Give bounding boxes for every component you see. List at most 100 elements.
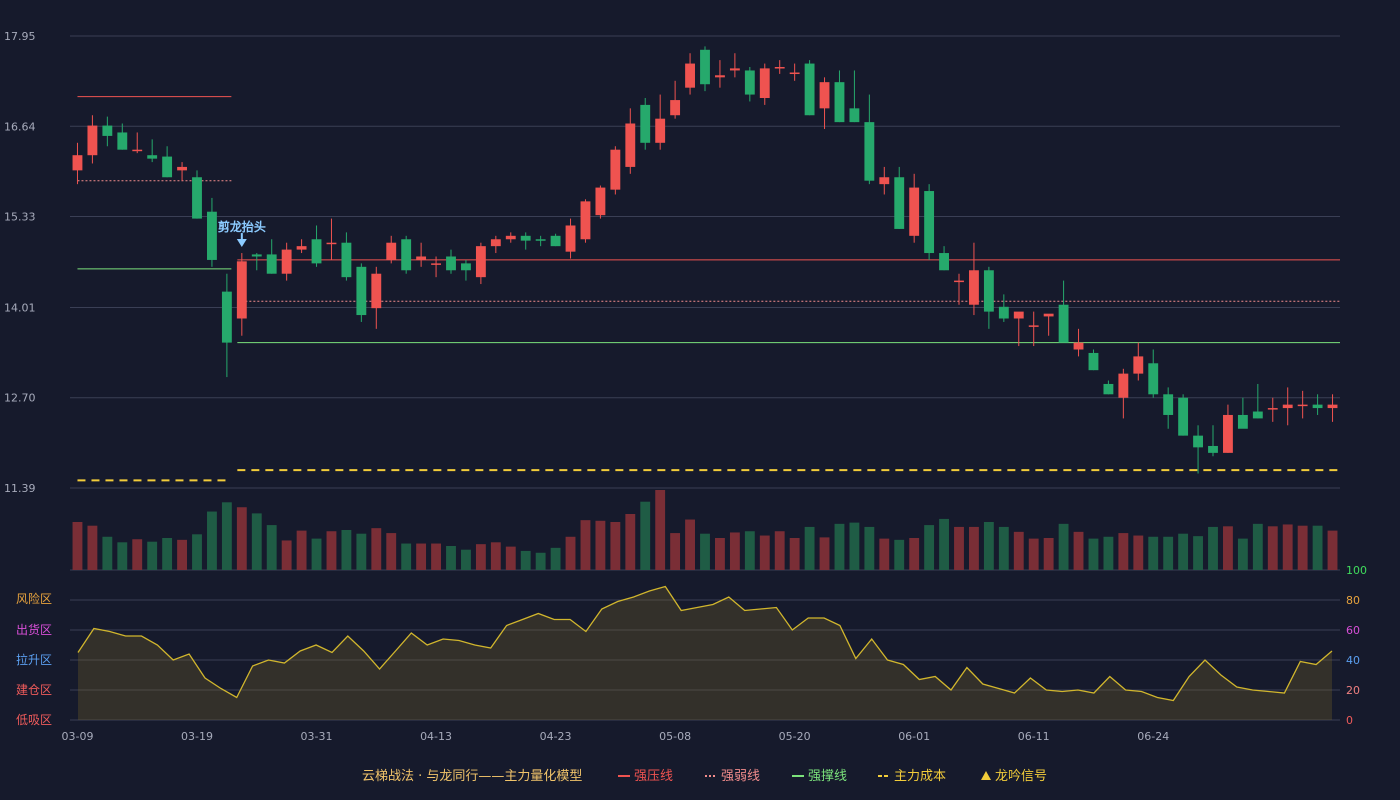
oscillator-tick-label: 40 xyxy=(1346,654,1360,667)
candle-body xyxy=(1327,404,1338,409)
volume-bar xyxy=(251,513,262,570)
candle-body xyxy=(685,63,695,88)
volume-bar xyxy=(939,518,949,570)
volume-bar xyxy=(834,523,845,570)
candle-body xyxy=(431,263,441,265)
candle-body xyxy=(296,246,307,250)
candle-body xyxy=(969,270,979,305)
volume-bar xyxy=(655,490,666,570)
candle-body xyxy=(939,253,949,271)
zone-label: 建仓区 xyxy=(16,683,52,697)
volume-bar xyxy=(954,526,964,570)
volume-bar xyxy=(759,535,770,570)
volume-bar xyxy=(132,539,143,570)
volume-bar xyxy=(849,522,860,570)
volume-bar xyxy=(1297,525,1308,570)
candle-body xyxy=(1058,304,1069,343)
volume-bar xyxy=(1193,536,1203,570)
volume-bar xyxy=(162,538,173,570)
candle-body xyxy=(177,166,187,171)
volume-bar xyxy=(983,522,994,570)
candle-body xyxy=(371,273,382,309)
candle-body xyxy=(864,122,875,181)
candle-body xyxy=(1252,411,1263,419)
candle-body xyxy=(1118,373,1129,398)
volume-bar xyxy=(610,522,621,570)
volume-bar xyxy=(147,541,158,570)
volume-bar xyxy=(864,526,875,570)
candle-body xyxy=(849,108,860,123)
oscillator-tick-label: 100 xyxy=(1346,564,1367,577)
volume-bar xyxy=(1013,531,1024,570)
candle-body xyxy=(1163,394,1174,415)
candle-body xyxy=(1133,356,1144,374)
volume-bar xyxy=(1043,538,1054,570)
oscillator-tick-label: 80 xyxy=(1346,594,1360,607)
candle-body xyxy=(266,254,277,274)
candle-body xyxy=(446,256,456,271)
x-tick-label: 06-01 xyxy=(898,730,930,743)
candle-body xyxy=(1237,414,1248,429)
price-tick-label: 12.70 xyxy=(4,392,36,405)
volume-bar xyxy=(490,542,501,570)
volume-bar xyxy=(700,533,710,570)
volume-bar xyxy=(1178,533,1189,570)
candle-body xyxy=(670,100,681,116)
volume-bar xyxy=(1208,526,1218,570)
volume-bar xyxy=(1252,523,1263,570)
candle-body xyxy=(505,235,516,240)
volume-bar xyxy=(386,533,397,570)
candle-body xyxy=(356,266,367,316)
candle-body xyxy=(326,242,337,245)
volume-bar xyxy=(221,502,232,570)
candle-body xyxy=(729,68,740,71)
candle-body xyxy=(1148,363,1159,395)
candle-body xyxy=(715,75,725,78)
candle-body xyxy=(998,306,1009,319)
volume-bar xyxy=(192,534,202,570)
chart-title: 云梯战法 · 与龙同行——主力量化模型 xyxy=(362,769,582,784)
x-tick-label: 03-31 xyxy=(301,730,333,743)
volume-bar xyxy=(998,526,1009,570)
price-tick-label: 14.01 xyxy=(4,301,36,314)
volume-bar xyxy=(1118,533,1129,570)
volume-bar xyxy=(595,520,606,570)
candle-body xyxy=(147,155,158,159)
candle-body xyxy=(1297,404,1308,407)
volume-bar xyxy=(1073,531,1084,570)
volume-bar xyxy=(715,538,725,570)
candle-body xyxy=(1028,325,1039,327)
volume-bar xyxy=(72,522,83,570)
zone-label: 出货区 xyxy=(16,622,52,637)
x-tick-label: 03-19 xyxy=(181,730,213,743)
volume-bar xyxy=(685,519,695,570)
candle-body xyxy=(251,254,262,257)
volume-bar xyxy=(729,532,740,570)
volume-bar xyxy=(1163,536,1174,570)
candle-body xyxy=(954,280,964,283)
candle-body xyxy=(580,201,591,240)
volume-bar xyxy=(461,549,471,570)
oscillator-tick-label: 20 xyxy=(1346,684,1360,697)
x-tick-label: 05-20 xyxy=(779,730,811,743)
candle-body xyxy=(386,242,397,260)
candle-body xyxy=(983,270,994,312)
candle-body xyxy=(221,291,232,343)
volume-bar xyxy=(281,540,292,570)
x-tick-label: 06-24 xyxy=(1137,730,1169,743)
candle-body xyxy=(1312,404,1323,409)
legend-triangle-icon xyxy=(981,771,991,780)
volume-bar xyxy=(401,543,412,570)
candle-body xyxy=(1282,404,1293,409)
volume-bar xyxy=(1088,538,1099,570)
volume-bar xyxy=(1148,536,1159,570)
volume-bar xyxy=(207,511,217,570)
zone-label: 风险区 xyxy=(16,591,52,606)
volume-bar xyxy=(924,525,935,570)
volume-bar xyxy=(1237,538,1248,570)
candle-body xyxy=(1178,397,1189,436)
candle-body xyxy=(819,82,830,109)
price-tick-label: 17.95 xyxy=(4,30,36,43)
volume-bar xyxy=(371,528,382,570)
volume-bar xyxy=(969,526,979,570)
